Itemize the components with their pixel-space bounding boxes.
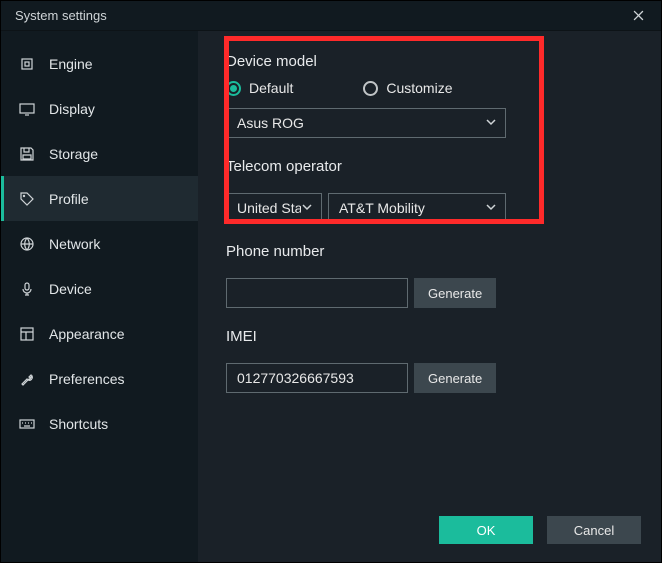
window-title: System settings (15, 8, 107, 23)
display-icon (19, 101, 35, 117)
wrench-icon (19, 371, 35, 387)
sidebar-item-label: Preferences (49, 371, 124, 387)
save-icon (19, 146, 35, 162)
imei-input[interactable] (226, 363, 408, 393)
globe-icon (19, 236, 35, 252)
ok-button[interactable]: OK (439, 516, 533, 544)
sidebar-item-label: Device (49, 281, 92, 297)
imei-title: IMEI (226, 328, 631, 345)
keyboard-icon (19, 416, 35, 432)
telecom-operator-select[interactable]: AT&T Mobility (328, 193, 506, 223)
sidebar-item-device[interactable]: Device (1, 266, 198, 311)
phone-input[interactable] (226, 278, 408, 308)
sidebar-item-label: Network (49, 236, 100, 252)
radio-label: Customize (386, 80, 452, 96)
sidebar-item-display[interactable]: Display (1, 86, 198, 131)
radio-checked-icon (226, 81, 241, 96)
sidebar-item-label: Shortcuts (49, 416, 108, 432)
telecom-country-select[interactable]: United States (226, 193, 322, 223)
sidebar-item-label: Storage (49, 146, 98, 162)
sidebar-item-engine[interactable]: Engine (1, 41, 198, 86)
device-model-select[interactable]: Asus ROG (226, 108, 506, 138)
device-model-title: Device model (226, 53, 631, 70)
sidebar-item-storage[interactable]: Storage (1, 131, 198, 176)
radio-unchecked-icon (363, 81, 378, 96)
sidebar-item-label: Appearance (49, 326, 125, 342)
cpu-icon (19, 56, 35, 72)
radio-customize[interactable]: Customize (363, 80, 452, 96)
select-value: United States (237, 200, 301, 216)
radio-default[interactable]: Default (226, 80, 293, 96)
sidebar-item-network[interactable]: Network (1, 221, 198, 266)
sidebar-item-shortcuts[interactable]: Shortcuts (1, 401, 198, 446)
sidebar: Engine Display Storage Profile Network D (1, 31, 198, 562)
sidebar-item-label: Engine (49, 56, 93, 72)
imei-generate-button[interactable]: Generate (414, 363, 496, 393)
content-panel: Device model Default Customize Asus ROG … (198, 31, 661, 562)
sidebar-item-label: Display (49, 101, 95, 117)
cancel-button[interactable]: Cancel (547, 516, 641, 544)
phone-title: Phone number (226, 243, 631, 260)
select-value: Asus ROG (237, 115, 304, 131)
sidebar-item-appearance[interactable]: Appearance (1, 311, 198, 356)
close-icon (633, 10, 644, 21)
sidebar-item-label: Profile (49, 191, 89, 207)
chevron-down-icon (485, 115, 497, 131)
close-button[interactable] (616, 1, 661, 31)
chevron-down-icon (485, 200, 497, 216)
telecom-title: Telecom operator (226, 158, 631, 175)
phone-generate-button[interactable]: Generate (414, 278, 496, 308)
titlebar: System settings (1, 1, 661, 31)
select-value: AT&T Mobility (339, 200, 425, 216)
chevron-down-icon (301, 200, 313, 216)
layout-icon (19, 326, 35, 342)
mic-icon (19, 281, 35, 297)
radio-label: Default (249, 80, 293, 96)
sidebar-item-preferences[interactable]: Preferences (1, 356, 198, 401)
sidebar-item-profile[interactable]: Profile (1, 176, 198, 221)
tag-icon (19, 191, 35, 207)
